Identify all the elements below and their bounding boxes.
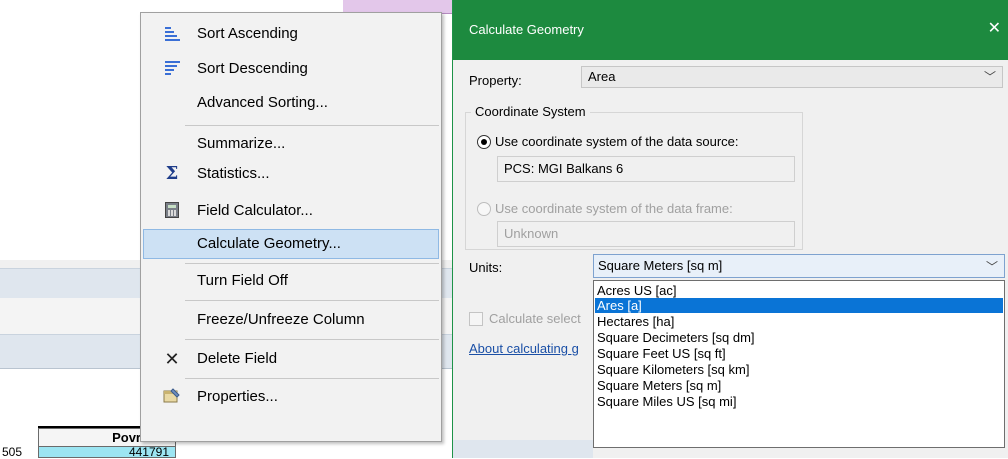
units-label: Units: — [469, 260, 503, 275]
calculate-selected-label: Calculate select — [489, 311, 581, 326]
menu-separator — [185, 300, 439, 301]
menu-item-label: Field Calculator... — [197, 202, 313, 219]
use-source-label[interactable]: Use coordinate system of the data source… — [495, 134, 739, 149]
units-select[interactable]: Square Meters [sq m] ﹀ — [593, 254, 1005, 278]
sort-ascending-icon — [163, 25, 181, 43]
menu-item-label: Advanced Sorting... — [197, 94, 328, 111]
use-frame-label[interactable]: Use coordinate system of the data frame: — [495, 201, 733, 216]
menu-item-label: Sort Ascending — [197, 25, 298, 42]
units-option-acres[interactable]: Acres US [ac] — [595, 283, 1003, 298]
use-frame-radio[interactable] — [477, 202, 491, 216]
menu-item-label: Properties... — [197, 388, 278, 405]
use-source-radio[interactable] — [477, 135, 491, 149]
units-option-square-decimeters[interactable]: Square Decimeters [sq dm] — [595, 330, 1003, 345]
units-option-square-meters[interactable]: Square Meters [sq m] — [595, 378, 1003, 393]
close-icon[interactable]: ✕ — [988, 18, 1001, 38]
units-value: Square Meters [sq m] — [598, 258, 723, 273]
menu-separator — [185, 125, 439, 126]
units-option-hectares[interactable]: Hectares [ha] — [595, 314, 1003, 329]
units-option-square-kilometers[interactable]: Square Kilometers [sq km] — [595, 362, 1003, 377]
menu-item-label: Summarize... — [197, 135, 286, 152]
calculator-icon — [165, 202, 179, 218]
about-calculating-link[interactable]: About calculating g — [469, 341, 579, 356]
units-dropdown-list: Acres US [ac] Ares [a] Hectares [ha] Squ… — [593, 280, 1005, 448]
menu-item-sort-descending[interactable]: Sort Descending — [143, 54, 439, 84]
coordinate-system-title: Coordinate System — [471, 104, 590, 119]
frame-coordinate-field: Unknown — [497, 221, 795, 247]
menu-item-delete-field[interactable]: Delete Field — [143, 344, 439, 374]
menu-item-advanced-sorting[interactable]: Advanced Sorting... — [143, 88, 439, 118]
units-option-square-feet[interactable]: Square Feet US [sq ft] — [595, 346, 1003, 361]
menu-item-label: Turn Field Off — [197, 272, 288, 289]
sigma-icon: Σ — [165, 163, 179, 184]
menu-separator — [185, 263, 439, 264]
menu-item-sort-ascending[interactable]: Sort Ascending — [143, 19, 439, 49]
chevron-down-icon: ﹀ — [985, 260, 998, 274]
field-context-menu: Sort Ascending Sort Descending Advanced … — [140, 12, 442, 442]
menu-item-label: Freeze/Unfreeze Column — [197, 311, 365, 328]
properties-icon — [163, 388, 181, 404]
table-cell-povrsina[interactable]: 441791 — [38, 446, 176, 458]
menu-item-field-calculator[interactable]: Field Calculator... — [143, 196, 439, 226]
dialog-title-bar[interactable]: Calculate Geometry ✕ — [453, 0, 1008, 60]
property-select[interactable]: Area ﹀ — [581, 66, 1003, 88]
menu-item-freeze-unfreeze-column[interactable]: Freeze/Unfreeze Column — [143, 305, 439, 335]
menu-item-label: Calculate Geometry... — [197, 235, 341, 252]
menu-item-label: Sort Descending — [197, 60, 308, 77]
menu-item-label: Delete Field — [197, 350, 278, 367]
background-strip — [453, 440, 593, 458]
menu-item-turn-field-off[interactable]: Turn Field Off — [143, 266, 439, 296]
sort-descending-icon — [163, 59, 181, 77]
units-option-ares[interactable]: Ares [a] — [595, 298, 1003, 313]
menu-separator — [185, 378, 439, 379]
property-label: Property: — [469, 73, 522, 88]
menu-item-summarize[interactable]: Summarize... — [143, 129, 439, 159]
menu-item-label: Statistics... — [197, 165, 270, 182]
menu-item-statistics[interactable]: Statistics... — [143, 159, 439, 189]
units-option-square-miles[interactable]: Square Miles US [sq mi] — [595, 394, 1003, 409]
calculate-geometry-dialog: Calculate Geometry ✕ Property: Area ﹀ Co… — [452, 0, 1008, 458]
source-coordinate-field: PCS: MGI Balkans 6 — [497, 156, 795, 182]
property-value: Area — [588, 69, 616, 84]
menu-item-calculate-geometry[interactable]: Calculate Geometry... — [143, 229, 439, 259]
menu-item-properties[interactable]: Properties... — [143, 382, 439, 412]
delete-x-icon: ✕ — [164, 349, 180, 369]
calculate-selected-checkbox[interactable] — [469, 312, 483, 326]
chevron-down-icon: ﹀ — [983, 70, 996, 84]
table-cell[interactable]: 505 — [0, 446, 38, 458]
menu-separator — [185, 339, 439, 340]
dialog-title: Calculate Geometry — [469, 22, 584, 37]
